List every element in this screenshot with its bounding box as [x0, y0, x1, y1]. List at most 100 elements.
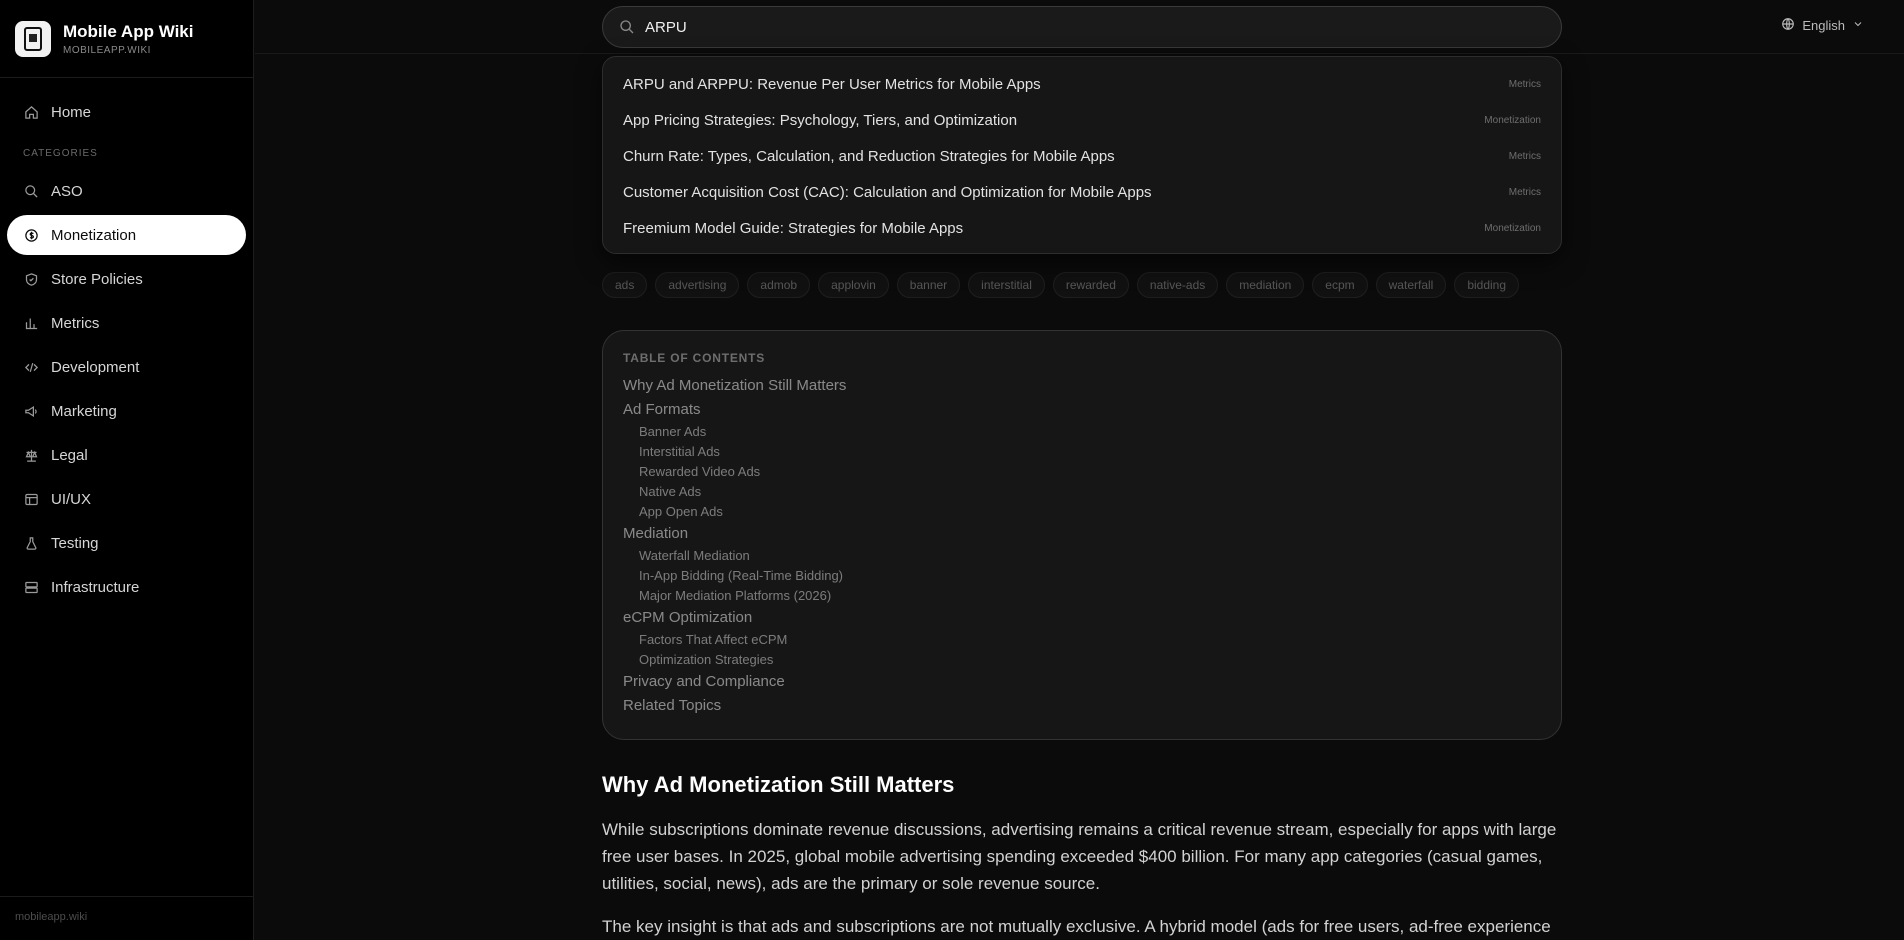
search-result-category: Monetization — [1484, 114, 1541, 126]
toc-sublink[interactable]: Interstitial Ads — [623, 442, 1541, 462]
search-result[interactable]: Churn Rate: Types, Calculation, and Redu… — [603, 138, 1561, 174]
toc-sublink[interactable]: Major Mediation Platforms (2026) — [623, 586, 1541, 606]
sidebar-item-testing[interactable]: Testing — [7, 523, 246, 563]
megaphone-icon — [23, 403, 39, 419]
paragraph: The key insight is that ads and subscrip… — [602, 917, 1551, 936]
search-icon — [619, 19, 635, 35]
section-heading: Why Ad Monetization Still Matters — [602, 772, 955, 797]
sidebar-footer: mobileapp.wiki — [0, 896, 254, 940]
sidebar-item-store-policies[interactable]: Store Policies — [7, 259, 246, 299]
toc-sublink[interactable]: App Open Ads — [623, 502, 1541, 522]
phone-logo-icon — [24, 26, 42, 51]
code-icon — [23, 359, 39, 375]
toc-link[interactable]: Why Ad Monetization Still Matters — [623, 374, 1541, 398]
search-result-title: Churn Rate: Types, Calculation, and Redu… — [623, 147, 1115, 165]
sidebar-item-legal[interactable]: Legal — [7, 435, 246, 475]
tag[interactable]: advertising — [655, 272, 740, 298]
search-result[interactable]: Freemium Model Guide: Strategies for Mob… — [603, 210, 1561, 246]
toc-sublink[interactable]: Banner Ads — [623, 422, 1541, 442]
tag[interactable]: interstitial — [968, 272, 1045, 298]
article-body: Why Ad Monetization Still Matters While … — [602, 772, 1562, 940]
tag[interactable]: native-ads — [1136, 272, 1219, 298]
brand-subtitle: MOBILEAPP.WIKI — [63, 44, 151, 56]
sidebar-item-development[interactable]: Development — [7, 347, 246, 387]
search-result-title: ARPU and ARPPU: Revenue Per User Metrics… — [623, 75, 1041, 93]
sidebar-item-label: UI/UX — [51, 490, 92, 508]
sidebar-item-label: Development — [51, 358, 140, 376]
sidebar-nav: Home CATEGORIES ASO Monetization Store P — [0, 78, 253, 607]
layout-icon — [23, 491, 39, 507]
search-icon — [23, 183, 39, 199]
sidebar-item-label: Monetization — [51, 226, 137, 244]
globe-icon — [1781, 17, 1795, 34]
dollar-icon — [23, 227, 39, 243]
sidebar: Mobile App Wiki MOBILEAPP.WIKI Home CATE… — [0, 0, 254, 940]
sidebar-item-home[interactable]: Home — [7, 92, 246, 132]
paragraph: While subscriptions dominate revenue dis… — [602, 820, 1557, 893]
toc-link[interactable]: Privacy and Compliance — [623, 670, 1541, 694]
categories-heading: CATEGORIES — [23, 148, 98, 159]
search-result[interactable]: Customer Acquisition Cost (CAC): Calcula… — [603, 174, 1561, 210]
search-result-title: Customer Acquisition Cost (CAC): Calcula… — [623, 183, 1152, 201]
sidebar-item-label: Home — [51, 103, 92, 121]
home-icon — [23, 104, 39, 120]
sidebar-item-label: Metrics — [51, 314, 100, 332]
search-result-category: Metrics — [1508, 186, 1541, 198]
sidebar-item-label: Legal — [51, 446, 88, 464]
search-result-category: Monetization — [1484, 222, 1541, 234]
topbar: English — [255, 0, 1904, 54]
toc-sublink[interactable]: Factors That Affect eCPM — [623, 630, 1541, 650]
bar-chart-icon — [23, 315, 39, 331]
sidebar-item-aso[interactable]: ASO — [7, 171, 246, 211]
tag[interactable]: applovin — [818, 272, 889, 298]
tag[interactable]: ads — [602, 272, 648, 298]
toc-inner: TABLE OF CONTENTS Why Ad Monetization St… — [623, 351, 1541, 718]
tag[interactable]: banner — [896, 272, 961, 298]
sidebar-item-label: ASO — [51, 182, 83, 200]
tag[interactable]: bidding — [1454, 272, 1520, 298]
sidebar-item-infrastructure[interactable]: Infrastructure — [7, 567, 246, 607]
toc-link[interactable]: Mediation — [623, 522, 1541, 546]
brand-title: Mobile App Wiki — [63, 21, 194, 41]
language-selector[interactable]: English — [1781, 17, 1864, 34]
tag[interactable]: ecpm — [1312, 272, 1368, 298]
search-result[interactable]: ARPU and ARPPU: Revenue Per User Metrics… — [603, 66, 1561, 102]
tag[interactable]: waterfall — [1375, 272, 1447, 298]
search-input[interactable] — [645, 18, 1545, 36]
toc-link[interactable]: Ad Formats — [623, 398, 1541, 422]
search-result-category: Metrics — [1508, 150, 1541, 162]
scale-icon — [23, 447, 39, 463]
table-of-contents: TABLE OF CONTENTS Why Ad Monetization St… — [602, 330, 1562, 740]
sidebar-item-monetization[interactable]: Monetization — [7, 215, 246, 255]
chevron-down-icon — [1852, 18, 1864, 33]
tag[interactable]: mediation — [1226, 272, 1305, 298]
sidebar-item-ui-ux[interactable]: UI/UX — [7, 479, 246, 519]
tag[interactable]: admob — [747, 272, 811, 298]
toc-sublink[interactable]: Native Ads — [623, 482, 1541, 502]
toc-link[interactable]: Related Topics — [623, 694, 1541, 718]
flask-icon — [23, 535, 39, 551]
tag-list: ads advertising admob applovin banner in… — [602, 272, 1520, 298]
sidebar-item-metrics[interactable]: Metrics — [7, 303, 246, 343]
toc-sublink[interactable]: Waterfall Mediation — [623, 546, 1541, 566]
toc-sublink[interactable]: Optimization Strategies — [623, 650, 1541, 670]
sidebar-item-label: Marketing — [51, 402, 117, 420]
sidebar-item-label: Store Policies — [51, 270, 143, 288]
sidebar-item-marketing[interactable]: Marketing — [7, 391, 246, 431]
tag[interactable]: rewarded — [1052, 272, 1129, 298]
brand[interactable]: Mobile App Wiki MOBILEAPP.WIKI — [0, 0, 253, 78]
logo — [15, 20, 51, 57]
search-results-dropdown: ARPU and ARPPU: Revenue Per User Metrics… — [602, 56, 1562, 254]
search-result[interactable]: App Pricing Strategies: Psychology, Tier… — [603, 102, 1561, 138]
search-bar[interactable] — [602, 6, 1562, 48]
search-result-title: Freemium Model Guide: Strategies for Mob… — [623, 219, 964, 237]
sidebar-item-label: Testing — [51, 534, 99, 552]
toc-sublink[interactable]: In-App Bidding (Real-Time Bidding) — [623, 566, 1541, 586]
toc-heading: TABLE OF CONTENTS — [623, 351, 766, 365]
shield-icon — [23, 271, 39, 287]
app-root: Mobile App Wiki MOBILEAPP.WIKI Home CATE… — [0, 0, 1904, 940]
toc-link[interactable]: eCPM Optimization — [623, 606, 1541, 630]
language-label: English — [1802, 18, 1845, 33]
toc-sublink[interactable]: Rewarded Video Ads — [623, 462, 1541, 482]
search-result-title: App Pricing Strategies: Psychology, Tier… — [623, 111, 1018, 129]
